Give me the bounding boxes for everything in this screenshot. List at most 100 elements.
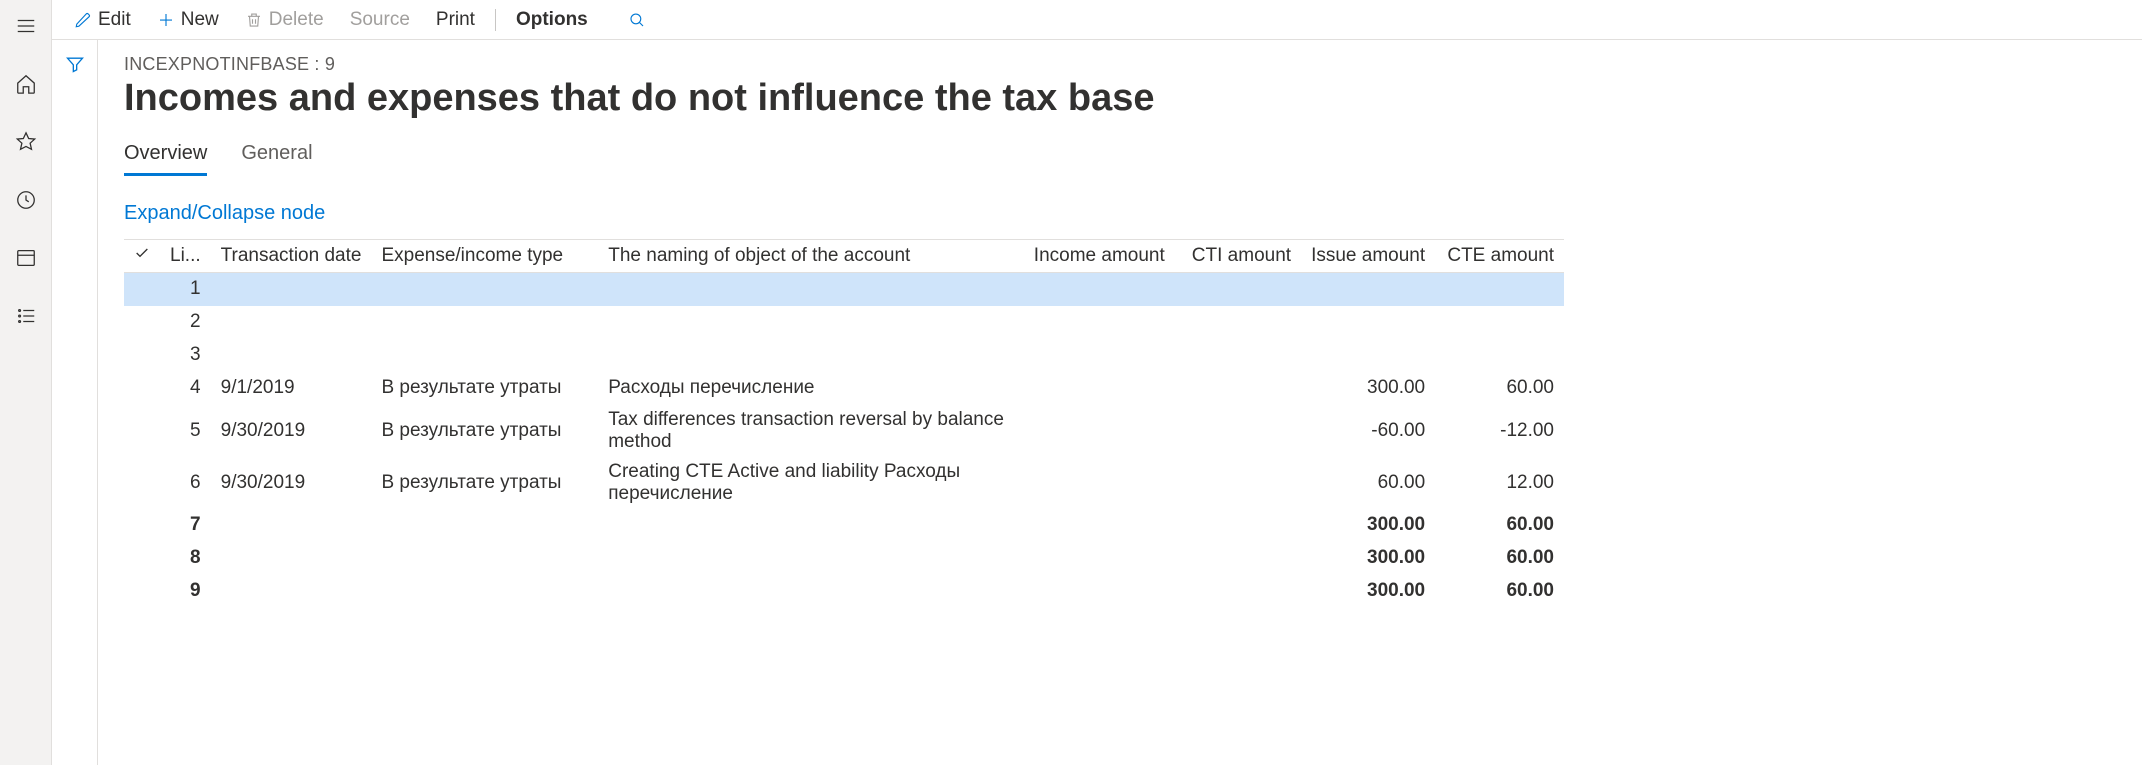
workspace-tile-icon[interactable]	[6, 238, 46, 278]
cell-line[interactable]: 3	[160, 339, 211, 372]
cell-cte[interactable]: 60.00	[1435, 509, 1564, 542]
hamburger-icon[interactable]	[6, 6, 46, 46]
cell-type[interactable]	[371, 273, 598, 306]
cell-income[interactable]	[1024, 457, 1175, 509]
cell-issue[interactable]	[1301, 339, 1435, 372]
cell-cte[interactable]: 60.00	[1435, 575, 1564, 608]
cell-line[interactable]: 5	[160, 405, 211, 457]
cell-issue[interactable]: 300.00	[1301, 509, 1435, 542]
cell-type[interactable]	[371, 575, 598, 608]
row-selector[interactable]	[124, 509, 160, 542]
tab-overview[interactable]: Overview	[124, 142, 207, 176]
row-selector[interactable]	[124, 306, 160, 339]
row-selector[interactable]	[124, 372, 160, 405]
cell-issue[interactable]: -60.00	[1301, 405, 1435, 457]
cell-date[interactable]	[211, 273, 372, 306]
cell-date[interactable]	[211, 306, 372, 339]
cell-issue[interactable]: 300.00	[1301, 372, 1435, 405]
row-selector[interactable]	[124, 542, 160, 575]
cell-object[interactable]	[598, 306, 1024, 339]
cell-cte[interactable]: 12.00	[1435, 457, 1564, 509]
print-button[interactable]: Print	[424, 5, 487, 35]
cell-type[interactable]: В результате утраты	[371, 372, 598, 405]
col-transaction-date[interactable]: Transaction date	[211, 240, 372, 273]
col-line[interactable]: Li...	[160, 240, 211, 273]
table-row[interactable]: 7 300.0060.00	[124, 509, 1564, 542]
table-row[interactable]: 9300.0060.00	[124, 575, 1564, 608]
cell-type[interactable]: В результате утраты	[371, 457, 598, 509]
home-icon[interactable]	[6, 64, 46, 104]
row-selector[interactable]	[124, 575, 160, 608]
cell-cte[interactable]	[1435, 306, 1564, 339]
table-row[interactable]: 69/30/2019В результате утратыCreating CT…	[124, 457, 1564, 509]
cell-object[interactable]	[598, 339, 1024, 372]
cell-cte[interactable]	[1435, 339, 1564, 372]
col-expense-income-type[interactable]: Expense/income type	[371, 240, 598, 273]
row-selector[interactable]	[124, 457, 160, 509]
cell-cte[interactable]	[1435, 273, 1564, 306]
cell-line[interactable]: 4	[160, 372, 211, 405]
search-button[interactable]	[616, 7, 658, 33]
table-row[interactable]: 59/30/2019В результате утратыTax differe…	[124, 405, 1564, 457]
cell-cti[interactable]	[1175, 306, 1301, 339]
cell-type[interactable]	[371, 306, 598, 339]
cell-cte[interactable]: 60.00	[1435, 372, 1564, 405]
cell-line[interactable]: 7	[160, 509, 211, 542]
cell-type[interactable]	[371, 509, 598, 542]
cell-type[interactable]	[371, 542, 598, 575]
cell-date[interactable]	[211, 575, 372, 608]
table-row[interactable]: 8300.0060.00	[124, 542, 1564, 575]
cell-cti[interactable]	[1175, 405, 1301, 457]
expand-collapse-link[interactable]: Expand/Collapse node	[124, 202, 325, 224]
table-row[interactable]: 1	[124, 273, 1564, 306]
cell-income[interactable]	[1024, 405, 1175, 457]
recent-clock-icon[interactable]	[6, 180, 46, 220]
options-button[interactable]: Options	[504, 5, 600, 35]
cell-cti[interactable]	[1175, 339, 1301, 372]
col-cte-amount[interactable]: CTE amount	[1435, 240, 1564, 273]
table-row[interactable]: 49/1/2019В результате утратыРасходы пере…	[124, 372, 1564, 405]
cell-income[interactable]	[1024, 509, 1175, 542]
row-selector[interactable]	[124, 273, 160, 306]
cell-date[interactable]: 9/30/2019	[211, 457, 372, 509]
cell-object[interactable]	[598, 509, 1024, 542]
col-income-amount[interactable]: Income amount	[1024, 240, 1175, 273]
cell-object[interactable]: Расходы перечисление	[598, 372, 1024, 405]
select-all-checkbox[interactable]	[124, 240, 160, 273]
filter-pane-toggle[interactable]	[52, 40, 98, 765]
table-row[interactable]: 3	[124, 339, 1564, 372]
table-row[interactable]: 2	[124, 306, 1564, 339]
cell-income[interactable]	[1024, 273, 1175, 306]
cell-object[interactable]: Creating CTE Active and liability Расход…	[598, 457, 1024, 509]
col-issue-amount[interactable]: Issue amount	[1301, 240, 1435, 273]
cell-income[interactable]	[1024, 306, 1175, 339]
row-selector[interactable]	[124, 339, 160, 372]
cell-date[interactable]	[211, 542, 372, 575]
cell-object[interactable]: Tax differences transaction reversal by …	[598, 405, 1024, 457]
cell-date[interactable]: 9/1/2019	[211, 372, 372, 405]
col-object-name[interactable]: The naming of object of the account	[598, 240, 1024, 273]
cell-date[interactable]	[211, 339, 372, 372]
new-button[interactable]: New	[145, 5, 231, 35]
cell-income[interactable]	[1024, 542, 1175, 575]
modules-list-icon[interactable]	[6, 296, 46, 336]
cell-cte[interactable]: -12.00	[1435, 405, 1564, 457]
cell-object[interactable]	[598, 575, 1024, 608]
cell-date[interactable]	[211, 509, 372, 542]
cell-income[interactable]	[1024, 339, 1175, 372]
cell-type[interactable]	[371, 339, 598, 372]
data-grid[interactable]: Li... Transaction date Expense/income ty…	[124, 239, 1564, 608]
cell-cti[interactable]	[1175, 457, 1301, 509]
cell-line[interactable]: 1	[160, 273, 211, 306]
cell-issue[interactable]	[1301, 273, 1435, 306]
col-cti-amount[interactable]: CTI amount	[1175, 240, 1301, 273]
cell-income[interactable]	[1024, 372, 1175, 405]
row-selector[interactable]	[124, 405, 160, 457]
cell-cti[interactable]	[1175, 509, 1301, 542]
cell-line[interactable]: 8	[160, 542, 211, 575]
cell-cte[interactable]: 60.00	[1435, 542, 1564, 575]
cell-line[interactable]: 6	[160, 457, 211, 509]
cell-date[interactable]: 9/30/2019	[211, 405, 372, 457]
cell-cti[interactable]	[1175, 575, 1301, 608]
cell-cti[interactable]	[1175, 273, 1301, 306]
